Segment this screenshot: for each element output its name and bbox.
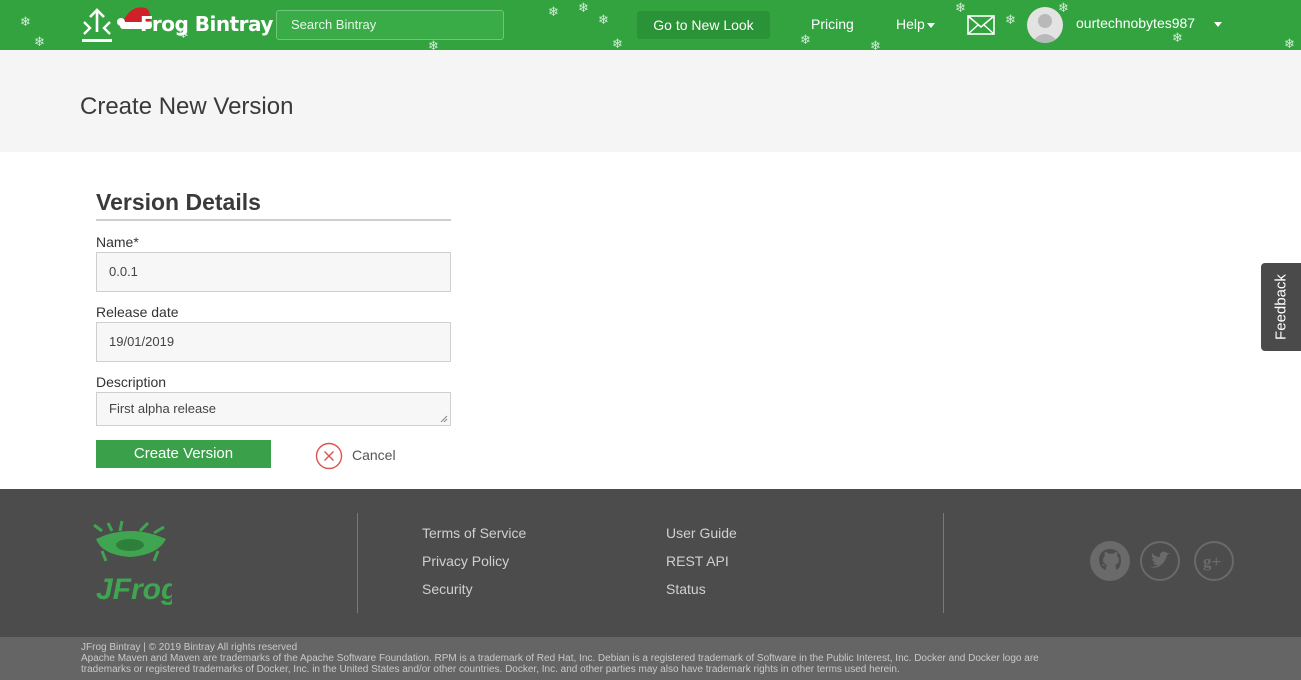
trademark-text: Apache Maven and Maven are trademarks of…: [81, 653, 1039, 664]
description-label: Description: [96, 374, 167, 390]
bintray-logo-icon[interactable]: [80, 6, 114, 44]
go-to-new-look-button[interactable]: Go to New Look: [637, 11, 770, 39]
username-label[interactable]: ourtechnobytes987: [1076, 15, 1195, 31]
snowflake-decoration: ❄: [800, 33, 811, 48]
snowflake-decoration: ❄: [1005, 13, 1016, 28]
section-divider: [96, 219, 451, 221]
security-link[interactable]: Security: [422, 581, 473, 597]
name-label: Name*: [96, 234, 139, 250]
description-textarea[interactable]: First alpha release: [96, 392, 451, 426]
footer-divider: [357, 513, 358, 613]
snowflake-decoration: ❄: [34, 35, 45, 50]
brand-name[interactable]: Frog Bintray: [140, 12, 273, 36]
twitter-icon[interactable]: [1140, 541, 1180, 581]
chevron-down-icon: [926, 22, 935, 28]
snowflake-decoration: ❄: [20, 15, 31, 30]
snowflake-decoration: ❄: [870, 39, 881, 50]
cancel-button[interactable]: Cancel: [352, 447, 396, 463]
privacy-policy-link[interactable]: Privacy Policy: [422, 553, 509, 569]
chevron-down-icon[interactable]: [1214, 22, 1222, 27]
snowflake-decoration: ❄: [1172, 31, 1183, 46]
release-date-label: Release date: [96, 304, 179, 320]
resize-grip-icon[interactable]: [440, 415, 448, 423]
user-guide-link[interactable]: User Guide: [666, 525, 737, 541]
avatar[interactable]: [1027, 7, 1063, 43]
github-icon[interactable]: [1090, 541, 1130, 581]
snowflake-decoration: ❄: [612, 37, 623, 50]
snowflake-decoration: ❄: [1284, 37, 1295, 50]
snowflake-decoration: ❄: [1058, 1, 1069, 16]
cancel-x-icon[interactable]: [315, 442, 343, 470]
jfrog-logo[interactable]: JFrog: [88, 519, 172, 605]
nav-help-dropdown[interactable]: Help: [896, 16, 935, 32]
snowflake-decoration: ❄: [955, 1, 966, 16]
feedback-tab[interactable]: Feedback: [1261, 263, 1301, 351]
nav-pricing-link[interactable]: Pricing: [811, 16, 854, 32]
user-silhouette-icon: [1031, 14, 1059, 43]
version-details-heading: Version Details: [96, 189, 261, 215]
search-input[interactable]: Search Bintray: [276, 10, 504, 40]
mail-icon[interactable]: [967, 15, 995, 35]
name-field[interactable]: 0.0.1: [96, 252, 451, 292]
description-value: First alpha release: [109, 401, 216, 416]
rest-api-link[interactable]: REST API: [666, 553, 729, 569]
snowflake-decoration: ❄: [578, 1, 589, 16]
svg-text:JFrog: JFrog: [96, 573, 172, 605]
release-date-field[interactable]: 19/01/2019: [96, 322, 451, 362]
svg-text:g+: g+: [1203, 552, 1221, 571]
feedback-label: Feedback: [1272, 274, 1290, 340]
snowflake-decoration: ❄: [428, 39, 439, 50]
snowflake-decoration: ❄: [548, 5, 559, 20]
top-navbar: ❄ ❄ ❄ ❄ ❄ ❄ ❄ ❄ ❄ ❄ ❄ ❄ ❄ ❄ ❄ ❄ Frog Bin…: [0, 0, 1301, 50]
footer-divider: [943, 513, 944, 613]
trademark-text-continued: trademarks or registered trademarks of D…: [81, 664, 900, 675]
create-version-button[interactable]: Create Version: [96, 440, 271, 468]
terms-of-service-link[interactable]: Terms of Service: [422, 525, 526, 541]
status-link[interactable]: Status: [666, 581, 706, 597]
google-plus-icon[interactable]: g+: [1194, 541, 1234, 581]
page-title: Create New Version: [80, 93, 294, 120]
snowflake-decoration: ❄: [598, 13, 609, 28]
copyright-text: JFrog Bintray | © 2019 Bintray All right…: [81, 642, 298, 653]
nav-help-label: Help: [896, 16, 925, 32]
